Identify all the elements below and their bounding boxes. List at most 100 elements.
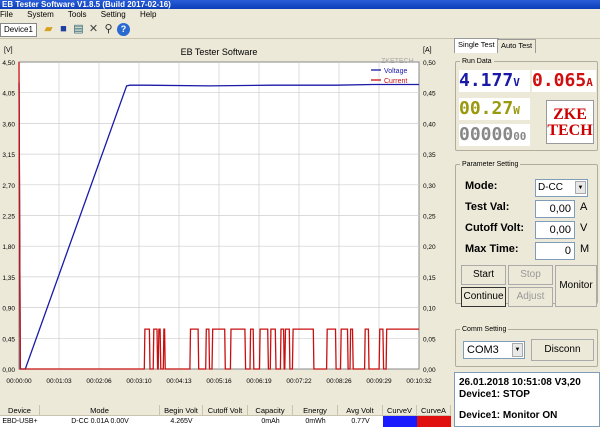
y-left-tick-label: 0,90 (2, 306, 15, 313)
folder-icon[interactable]: ▰ (42, 23, 55, 36)
mode-select[interactable]: D-CC ▼ (535, 179, 588, 197)
testval-input[interactable]: 0,00 (535, 200, 575, 218)
y-right-tick-label: 0,25 (423, 214, 436, 221)
mode-label: Mode: (465, 180, 498, 192)
x-tick-label: 00:10:32 (406, 378, 432, 385)
disconnect-button[interactable]: Disconn (531, 339, 594, 361)
menu-bar: File System Tools Setting Help (0, 9, 600, 20)
help-icon[interactable]: ? (117, 23, 130, 36)
cutoff-unit: V (580, 222, 588, 234)
maxtime-label: Max Time: (465, 243, 519, 255)
x-tick-label: 00:04:13 (166, 378, 192, 385)
power-readout: 00.27W (459, 98, 530, 120)
x-tick-label: 00:06:19 (246, 378, 272, 385)
tab-auto-test[interactable]: Auto Test (497, 39, 537, 53)
menu-help[interactable]: Help (140, 10, 156, 19)
y-left-tick-label: 4,50 (2, 60, 15, 67)
continue-button[interactable]: Continue (461, 287, 506, 307)
y-right-tick-label: 0,40 (423, 121, 436, 128)
cell-begin-volt: 4.265V (170, 418, 193, 425)
col-capacity[interactable]: Capacity (248, 405, 293, 416)
capacity-readout: 0000000 (459, 124, 530, 146)
capacity-value: 00000 (459, 124, 514, 145)
com-port-value: COM3 (467, 344, 499, 356)
current-readout: 0.065A (532, 70, 596, 92)
com-port-select[interactable]: COM3 ▼ (463, 341, 525, 359)
col-avg-volt[interactable]: Avg Volt (338, 405, 383, 416)
testval-label: Test Val: (465, 201, 510, 213)
y-left-tick-label: 3,15 (2, 152, 15, 159)
cell-curve-v-color[interactable] (383, 416, 417, 427)
voltage-readout: 4.177V (459, 70, 530, 92)
chevron-down-icon[interactable]: ▼ (512, 343, 523, 357)
chart-watermark: ZKETECH (381, 58, 414, 65)
cell-cutoff-volt (203, 416, 248, 427)
run-data-label: Run Data (460, 57, 494, 66)
x-tick-label: 00:09:29 (366, 378, 392, 385)
y-left-tick-label: 0,00 (2, 367, 15, 374)
col-curve-a[interactable]: CurveA (417, 405, 451, 416)
y-left-label: [V] (4, 47, 13, 54)
x-tick-label: 00:00:00 (6, 378, 32, 385)
x-tick-label: 00:05:16 (206, 378, 232, 385)
voltage-value: 4.177 (459, 70, 514, 91)
right-panel: Single Test Auto Test Run Data 4.177V 0.… (451, 38, 600, 427)
power-value: 00.27 (459, 98, 514, 119)
y-right-label: [A] (423, 47, 432, 54)
parameter-label: Parameter Setting (460, 160, 521, 169)
chart-title: EB Tester Software (181, 47, 258, 57)
comm-label: Comm Setting (460, 325, 509, 334)
y-right-tick-label: 0,30 (423, 183, 436, 190)
col-curve-v[interactable]: CurveV (383, 405, 417, 416)
logo-line1: ZKE (553, 106, 587, 123)
col-cutoff-volt[interactable]: Cutoff Volt (203, 405, 248, 416)
legend-label-voltage: Voltage (384, 68, 407, 75)
chart-svg: EB Tester Software [V] [A] 00:00:00 00:01:03… (2, 47, 436, 385)
menu-setting[interactable]: Setting (101, 10, 126, 19)
toolbar: Device1 ▰ ■ ▤ ✕ ⚲ ? (0, 20, 600, 39)
y-left-tick-label: 2,70 (2, 183, 15, 190)
maxtime-input[interactable]: 0 (535, 242, 575, 260)
cell-mode: D-CC 0.01A 0.00V (71, 418, 129, 425)
monitor-button[interactable]: Monitor (555, 265, 597, 307)
chevron-down-icon[interactable]: ▼ (575, 181, 586, 194)
stop-button[interactable]: Stop (508, 265, 553, 285)
menu-system[interactable]: System (27, 10, 54, 19)
search-icon[interactable]: ⚲ (102, 23, 115, 36)
legend-label-current: Current (384, 78, 407, 85)
y-right-tick-label: 0,10 (423, 306, 436, 313)
col-mode[interactable]: Mode (40, 405, 160, 416)
cell-avg-volt: 0.77V (351, 418, 370, 425)
start-button[interactable]: Start (461, 265, 506, 285)
y-right-tick-label: 0,20 (423, 244, 436, 251)
col-device[interactable]: Device (0, 405, 40, 416)
x-tick-label: 00:01:03 (46, 378, 72, 385)
adjust-button[interactable]: Adjust (508, 287, 553, 307)
menu-tools[interactable]: Tools (68, 10, 87, 19)
mode-value: D-CC (538, 182, 563, 193)
y-left-tick-label: 4,05 (2, 91, 15, 98)
capacity-unit: 00 (513, 130, 527, 143)
power-unit: W (513, 104, 520, 117)
device-tab[interactable]: Device1 (0, 23, 37, 37)
testval-unit: A (580, 201, 588, 213)
cell-capacity: 0mAh (261, 418, 280, 425)
current-value: 0.065 (532, 70, 587, 91)
device-table: Device Mode Begin Volt Cutoff Volt Capac… (0, 405, 451, 427)
menu-file[interactable]: File (0, 10, 13, 19)
cell-device: EBD-USB+ (2, 418, 38, 425)
maxtime-unit: M (580, 243, 590, 255)
save-icon[interactable]: ■ (57, 23, 70, 36)
y-left-tick-label: 1,35 (2, 275, 15, 282)
col-energy[interactable]: Energy (293, 405, 338, 416)
tab-single-test[interactable]: Single Test (454, 38, 499, 53)
tools-icon[interactable]: ✕ (87, 23, 100, 36)
y-left-tick-label: 0,45 (2, 336, 15, 343)
col-begin-volt[interactable]: Begin Volt (160, 405, 203, 416)
chart-panel: EB Tester Software [V] [A] 00:00:00 00:01:03… (0, 39, 451, 405)
cell-curve-a-color[interactable] (417, 416, 451, 427)
y-left-tick-label: 2,25 (2, 214, 15, 221)
cutoff-input[interactable]: 0,00 (535, 221, 575, 239)
chart-icon[interactable]: ▤ (72, 23, 85, 36)
voltage-unit: V (513, 76, 520, 89)
